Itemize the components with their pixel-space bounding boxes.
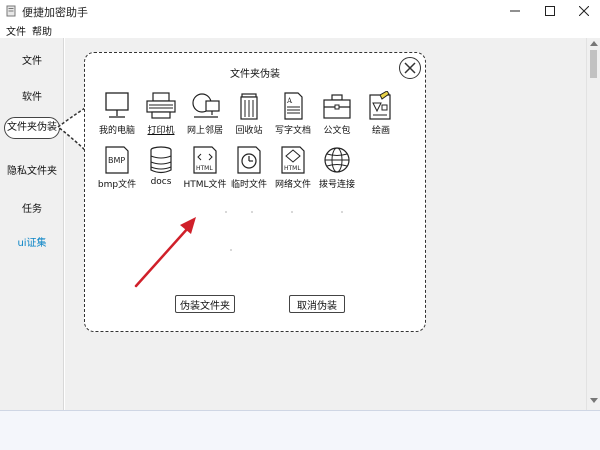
placeholder-dot	[251, 211, 253, 213]
scroll-up-icon[interactable]	[590, 41, 598, 46]
maximize-icon	[545, 6, 555, 16]
disguise-option-docs[interactable]: docs	[139, 145, 183, 187]
bmp-file-icon: BMP	[105, 146, 129, 174]
dialup-globe-icon	[324, 147, 350, 173]
placeholder-dot	[230, 249, 232, 251]
icon-label: 我的电脑	[98, 126, 135, 136]
icon-label: docs	[150, 177, 172, 187]
status-bar	[0, 410, 600, 450]
scroll-thumb[interactable]	[590, 50, 597, 78]
title-bar: 便捷加密助手	[0, 0, 600, 22]
folder-disguise-panel: 文件夹伪装 我的电脑 打印机 网上邻居 回收站 A 写字文档 公文包 绘画 BM…	[84, 52, 426, 332]
panel-close-button[interactable]	[399, 57, 421, 79]
network-file-icon-text: HTML	[284, 165, 301, 172]
window-title: 便捷加密助手	[22, 6, 88, 19]
maximize-button[interactable]	[533, 0, 567, 22]
recycle-bin-icon	[240, 93, 258, 120]
menu-file[interactable]: 文件	[6, 23, 26, 38]
disguise-option-bmp-file[interactable]: BMP bmp文件	[95, 145, 139, 190]
minimize-button[interactable]	[498, 0, 532, 22]
disguise-folder-button[interactable]: 伪装文件夹	[175, 295, 235, 313]
disguise-option-my-computer[interactable]: 我的电脑	[95, 91, 139, 136]
printer-icon	[146, 92, 176, 119]
html-file-icon: HTML	[193, 146, 217, 174]
text-document-icon: A	[284, 92, 303, 120]
icon-label: 公文包	[323, 126, 351, 136]
sidebar: 文件 软件 文件夹伪装 隐私文件夹 任务 ui证集	[0, 38, 64, 410]
sidebar-item-files[interactable]: 文件	[0, 52, 64, 67]
icon-label: bmp文件	[97, 180, 137, 190]
scroll-down-icon[interactable]	[590, 398, 598, 403]
temp-file-icon	[237, 146, 261, 174]
disguise-option-html-file[interactable]: HTML HTML文件	[183, 145, 227, 190]
disguise-option-printer[interactable]: 打印机	[139, 91, 183, 136]
close-window-button[interactable]	[567, 0, 600, 22]
app-icon	[6, 5, 16, 17]
disguise-option-paint[interactable]: 绘画	[359, 91, 403, 136]
icon-label: 网络文件	[274, 180, 311, 190]
icon-label: 写字文档	[274, 126, 311, 136]
icon-label: HTML文件	[183, 180, 227, 190]
sidebar-item-private-folder[interactable]: 隐私文件夹	[0, 162, 64, 177]
icon-label: 临时文件	[230, 180, 267, 190]
html-icon-text: HTML	[196, 165, 213, 172]
placeholder-dot	[291, 211, 293, 213]
disguise-option-recycle-bin[interactable]: 回收站	[227, 91, 271, 136]
docs-stack-icon	[150, 146, 172, 174]
icon-label: 打印机	[147, 126, 175, 136]
disguise-option-briefcase[interactable]: 公文包	[315, 91, 359, 136]
menu-bar: 文件 帮助	[0, 22, 600, 38]
icon-label: 网上邻居	[186, 126, 223, 136]
briefcase-icon	[323, 94, 351, 119]
icon-label: 绘画	[371, 126, 390, 136]
svg-text:A: A	[286, 97, 293, 105]
icon-label: 回收站	[235, 126, 263, 136]
close-icon	[579, 6, 589, 16]
network-file-icon: HTML	[281, 146, 305, 174]
minimize-icon	[510, 10, 520, 12]
icon-label: 拨号连接	[318, 180, 355, 190]
cancel-disguise-button[interactable]: 取消伪装	[289, 295, 345, 313]
placeholder-dot	[341, 211, 343, 213]
placeholder-dot	[225, 211, 227, 213]
close-icon	[404, 62, 416, 74]
bmp-icon-text: BMP	[108, 156, 125, 165]
disguise-option-temp-file[interactable]: 临时文件	[227, 145, 271, 190]
computer-icon	[105, 92, 129, 118]
sidebar-item-tasks[interactable]: 任务	[0, 200, 64, 215]
paint-icon	[369, 91, 391, 120]
sidebar-item-software[interactable]: 软件	[0, 88, 64, 103]
sidebar-item-folder-disguise[interactable]: 文件夹伪装	[4, 117, 60, 139]
menu-help[interactable]: 帮助	[32, 23, 52, 38]
network-neighborhood-icon	[192, 93, 220, 118]
vertical-scrollbar[interactable]	[586, 38, 600, 410]
disguise-option-text-document[interactable]: A 写字文档	[271, 91, 315, 136]
disguise-option-network-neighborhood[interactable]: 网上邻居	[183, 91, 227, 136]
sidebar-item-ui-collection[interactable]: ui证集	[0, 234, 64, 249]
panel-title: 文件夹伪装	[230, 69, 280, 80]
disguise-option-dialup[interactable]: 拨号连接	[315, 145, 359, 190]
disguise-option-network-file[interactable]: HTML 网络文件	[271, 145, 315, 190]
